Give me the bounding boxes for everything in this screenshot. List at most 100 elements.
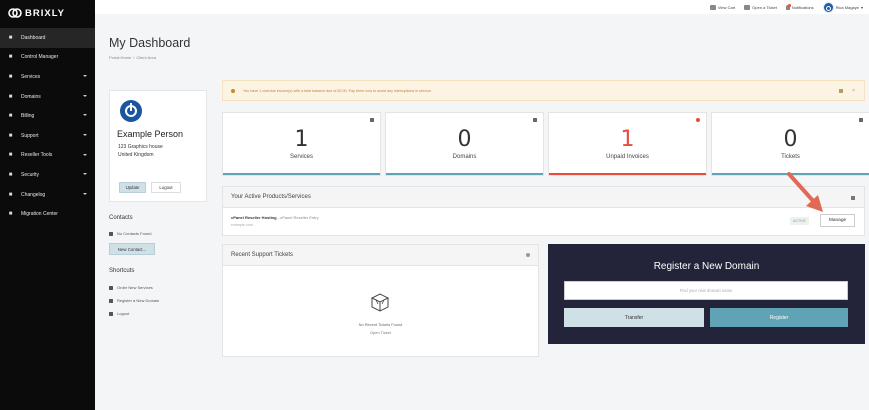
stat-label: Tickets — [781, 154, 800, 160]
sidebar-item-label: Domains — [21, 93, 41, 100]
profile-address: 123 Graphics house United Kingdom — [118, 144, 163, 159]
domain-search-input[interactable]: Find your new domain name — [564, 281, 848, 300]
chevron-down-icon — [83, 173, 87, 176]
product-name: cPanel Reseller Hosting - cPanel Reselle… — [231, 215, 319, 220]
sidebar-item-dashboard[interactable]: ■ Dashboard — [0, 28, 95, 48]
chevron-down-icon — [83, 94, 87, 97]
breadcrumb-client-area: Client Area — [136, 55, 156, 60]
shortcut-order-services[interactable]: Order New Services — [109, 285, 153, 290]
register-domain-title: Register a New Domain — [653, 261, 760, 272]
stat-accent-bar — [549, 173, 706, 175]
logout-button[interactable]: Logout — [151, 182, 181, 193]
stat-value: 0 — [457, 127, 472, 152]
view-cart-link[interactable]: View Cart — [709, 5, 736, 10]
sidebar-item-label: Dashboard — [21, 34, 46, 41]
notification-dot — [788, 4, 791, 7]
stat-tile-domains[interactable]: 0 Domains — [385, 112, 544, 176]
products-panel-title: Your Active Products/Services — [231, 194, 311, 200]
profile-avatar-icon — [120, 100, 142, 122]
open-ticket-link[interactable]: Open Ticket — [223, 330, 538, 335]
status-badge: ACTIVE — [790, 216, 809, 225]
open-ticket-label: Open a Ticket — [752, 5, 777, 10]
sidebar-item-label: Services — [21, 73, 41, 80]
ticket-icon — [744, 5, 751, 10]
stat-label: Services — [289, 154, 313, 160]
profile-address-line1: 123 Graphics house — [118, 144, 163, 150]
sidebar-item-label: Support — [21, 132, 39, 139]
update-button[interactable]: Update — [119, 182, 146, 193]
sidebar-item-reseller-tools[interactable]: ■ Reseller Tools — [0, 146, 95, 166]
stat-label: Domains — [452, 154, 477, 160]
product-name-strong: cPanel Reseller Hosting — [231, 215, 277, 220]
shortcut-register-domain[interactable]: Register a New Domain — [109, 298, 159, 303]
chevron-down-icon — [83, 192, 87, 195]
stat-label: Unpaid Invoices — [606, 154, 649, 160]
user-menu[interactable]: Rica Magaye — [822, 2, 863, 13]
close-icon[interactable]: × — [852, 88, 855, 94]
user-name: Rica Magaye — [835, 5, 859, 10]
view-cart-label: View Cart — [717, 5, 736, 10]
stat-tile-tickets[interactable]: 0 Tickets — [711, 112, 869, 176]
bell-icon — [785, 4, 791, 10]
stat-accent-bar — [223, 173, 380, 175]
reseller-tools-icon: ■ — [8, 152, 13, 159]
shortcut-label: Order New Services — [117, 285, 153, 290]
breadcrumb-portal-home[interactable]: Portal Home — [109, 55, 131, 60]
product-row: cPanel Reseller Hosting - cPanel Reselle… — [222, 208, 865, 236]
page-title: My Dashboard — [109, 36, 191, 50]
stat-value: 0 — [783, 127, 798, 152]
support-icon: ■ — [8, 132, 13, 139]
chevron-down-icon — [861, 6, 863, 9]
arrow-left-icon — [109, 311, 113, 316]
dashboard-icon: ■ — [8, 34, 13, 41]
sidebar-item-security[interactable]: ■ Security — [0, 165, 95, 185]
sidebar-item-support[interactable]: ■ Support — [0, 126, 95, 146]
info-icon[interactable] — [839, 89, 843, 93]
sidebar-item-billing[interactable]: ■ Billing — [0, 106, 95, 126]
comment-icon — [859, 118, 863, 122]
sidebar-item-label: Changelog — [21, 191, 46, 198]
no-tickets-text: No Recent Tickets Found — [358, 322, 403, 327]
stat-tile-unpaid-invoices[interactable]: 1 Unpaid Invoices — [548, 112, 707, 176]
register-button[interactable]: Register — [710, 308, 848, 327]
open-ticket-link[interactable]: Open a Ticket — [744, 5, 777, 10]
chevron-down-icon — [83, 153, 87, 156]
domains-icon: ■ — [8, 93, 13, 100]
cart-icon — [709, 5, 716, 10]
manage-button[interactable]: Manage — [820, 214, 855, 227]
sidebar-item-migration-center[interactable]: ■ Migration Center — [0, 204, 95, 224]
transfer-button[interactable]: Transfer — [564, 308, 704, 327]
shortcut-logout[interactable]: Logout — [109, 311, 129, 316]
services-icon: ■ — [8, 73, 13, 80]
chevron-down-icon — [83, 114, 87, 117]
register-domain-panel: Register a New Domain Find your new doma… — [548, 244, 865, 344]
cube-icon — [851, 196, 855, 200]
product-name-suffix: - cPanel Reseller Entry — [276, 215, 319, 220]
sidebar-item-label: Billing — [21, 113, 35, 120]
control-manager-icon: ■ — [8, 54, 13, 61]
sidebar-item-label: Control Manager — [21, 54, 59, 61]
profile-card: Example Person 123 Graphics house United… — [109, 90, 207, 202]
billing-icon: ■ — [8, 113, 13, 120]
sidebar-item-domains[interactable]: ■ Domains — [0, 87, 95, 107]
alert-text[interactable]: You have 1 overdue invoice(s) with a tot… — [243, 89, 432, 93]
products-panel-header: Your Active Products/Services — [222, 186, 865, 208]
product-domain: example.com — [231, 222, 253, 227]
sidebar-item-changelog[interactable]: ■ Changelog — [0, 185, 95, 205]
tickets-panel-title: Recent Support Tickets — [231, 252, 294, 258]
overdue-alert: You have 1 overdue invoice(s) with a tot… — [222, 80, 865, 101]
brixly-logo-icon — [8, 8, 22, 18]
chevron-down-icon — [83, 133, 87, 136]
sidebar-item-control-manager[interactable]: ■ Control Manager — [0, 48, 95, 68]
stat-value: 1 — [620, 127, 635, 152]
notifications-link[interactable]: Notifications — [785, 4, 814, 10]
brand-logo[interactable]: BRIXLY — [8, 7, 65, 19]
stat-accent-bar — [386, 173, 543, 175]
contacts-heading: Contacts — [109, 215, 133, 221]
stat-value: 1 — [294, 127, 309, 152]
notifications-label: Notifications — [791, 5, 814, 10]
sidebar-item-services[interactable]: ■ Services — [0, 67, 95, 87]
stat-tile-services[interactable]: 1 Services — [222, 112, 381, 176]
brand-name: BRIXLY — [25, 7, 65, 19]
new-contact-button[interactable]: New Contact... — [109, 243, 155, 255]
